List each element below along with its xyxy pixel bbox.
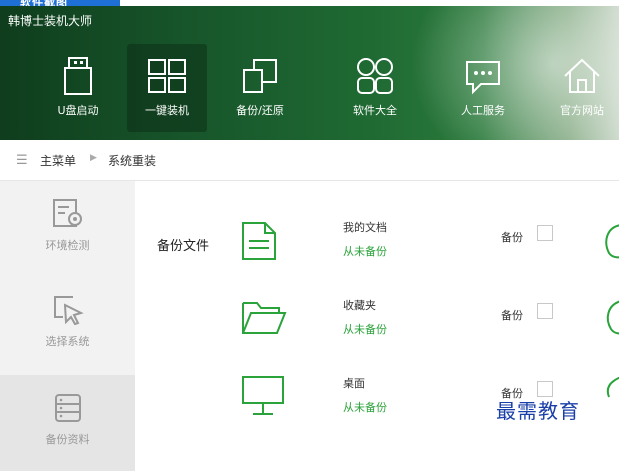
breadcrumb-home[interactable]: 主菜单: [40, 152, 76, 169]
row-status: 从未备份: [343, 401, 387, 414]
nav-label: 软件大全: [353, 104, 397, 117]
usb-drive-icon: [64, 57, 92, 95]
nav-label: U盘启动: [57, 104, 99, 117]
sidebar-item-label: 环境检测: [45, 239, 90, 252]
sidebar-item-environment-check[interactable]: 环境检测: [0, 181, 135, 277]
sidebar-item-backup-data[interactable]: 备份资料: [0, 375, 135, 471]
sidebar-item-select-system[interactable]: 选择系统: [0, 277, 135, 373]
app-title: 韩博士装机大师: [8, 14, 93, 28]
watermark: 最需教育: [496, 399, 580, 423]
row-status: 从未备份: [343, 323, 387, 336]
backup-label: 备份: [501, 309, 523, 322]
monitor-icon: [242, 376, 284, 415]
app-header: 韩博士装机大师 U盘启动 一键装机 备份/还原 软件大全 人工服务 官方网站: [0, 6, 619, 140]
row-name: 桌面: [343, 377, 365, 390]
main-nav: U盘启动 一键装机 备份/还原 软件大全 人工服务 官方网站: [0, 44, 619, 134]
backup-label: 备份: [501, 231, 523, 244]
environment-check-icon: [52, 199, 82, 227]
sidebar-item-label: 选择系统: [45, 335, 90, 348]
decorative-outline-icon: [606, 376, 619, 398]
cursor-select-icon: [53, 296, 84, 326]
nav-item-usb-boot[interactable]: U盘启动: [38, 44, 118, 132]
decorative-outline-icon: [605, 224, 619, 259]
apps-grid-icon: [357, 58, 393, 94]
nav-item-software[interactable]: 软件大全: [335, 44, 415, 132]
sidebar-item-label: 备份资料: [45, 433, 90, 446]
breadcrumb-current: 系统重装: [108, 154, 157, 168]
nav-item-backup-restore[interactable]: 备份/还原: [220, 44, 300, 132]
row-status: 从未备份: [343, 245, 387, 258]
nav-label: 官方网站: [560, 104, 604, 117]
step-sidebar: 环境检测 选择系统 备份资料: [0, 181, 135, 471]
breadcrumb: ☰ 主菜单 ▶ 系统重装: [0, 140, 619, 181]
nav-item-official-site[interactable]: 官方网站: [542, 44, 619, 132]
backup-checkbox[interactable]: [537, 225, 553, 241]
row-name: 我的文档: [343, 221, 387, 234]
nav-label: 备份/还原: [236, 104, 284, 117]
backup-restore-icon: [243, 59, 277, 93]
backup-checkbox[interactable]: [537, 303, 553, 319]
home-icon: [564, 58, 600, 93]
windows-icon: [148, 59, 186, 93]
backup-row-my-documents: 我的文档 从未备份 备份: [135, 219, 619, 295]
chat-service-icon: [466, 61, 500, 95]
backup-row-favorites: 收藏夹 从未备份 备份: [135, 297, 619, 373]
menu-list-icon: ☰: [16, 153, 28, 168]
row-name: 收藏夹: [343, 299, 376, 312]
folder-icon: [242, 302, 287, 334]
storage-icon: [54, 394, 81, 422]
decorative-outline-icon: [606, 300, 619, 335]
nav-item-service[interactable]: 人工服务: [443, 44, 523, 132]
nav-label: 一键装机: [145, 104, 189, 117]
nav-item-one-click-install[interactable]: 一键装机: [127, 44, 207, 132]
document-icon: [242, 222, 276, 260]
breadcrumb-separator-icon: ▶: [90, 153, 97, 163]
nav-label: 人工服务: [461, 104, 505, 117]
